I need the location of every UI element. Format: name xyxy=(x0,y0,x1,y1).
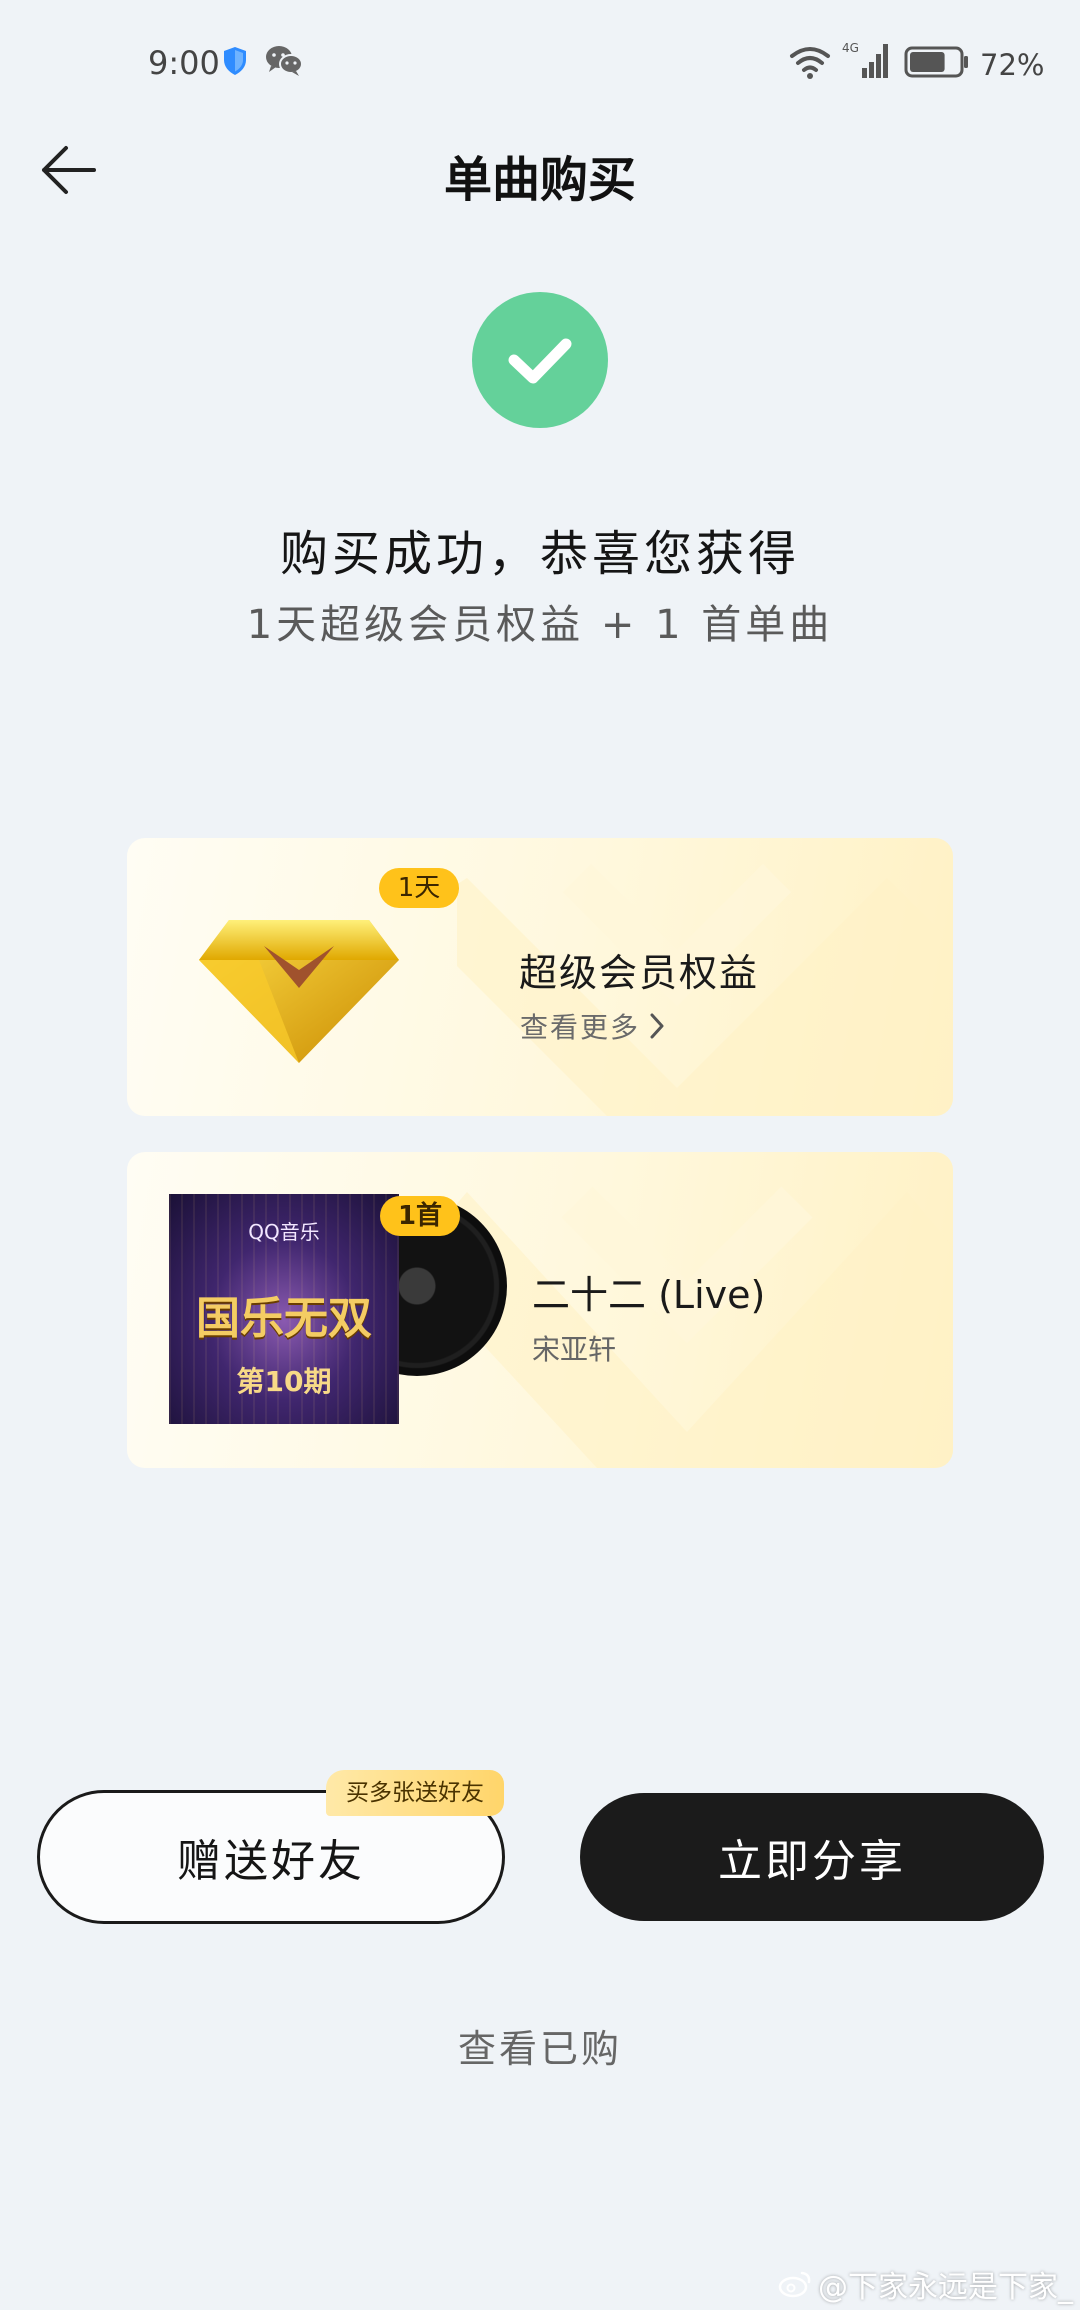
song-artist: 宋亚轩 xyxy=(532,1333,617,1366)
success-title: 购买成功，恭喜您获得 xyxy=(279,526,800,582)
vip-duration-badge: 1天 xyxy=(379,868,459,908)
share-now-button[interactable]: 立即分享 xyxy=(580,1793,1044,1921)
gift-promo-tag: 买多张送好友 xyxy=(326,1770,504,1816)
wechat-icon xyxy=(266,46,303,76)
album-cover[interactable]: QQ音乐 国乐无双 第10期 xyxy=(169,1194,399,1424)
cover-episode: 第10期 xyxy=(236,1365,332,1398)
wifi-icon xyxy=(790,47,830,79)
song-title: 二十二 (Live) xyxy=(532,1273,766,1317)
shield-icon xyxy=(224,47,246,75)
success-check-icon xyxy=(472,292,608,428)
vip-benefit-card[interactable]: 1天 超级会员权益 查看更多 xyxy=(127,838,953,1116)
battery-fill xyxy=(910,52,945,72)
network-label: 4G xyxy=(842,41,859,55)
signal-4g-icon: 4G xyxy=(842,41,888,78)
status-bar: 9:00 4G 72% xyxy=(0,0,1080,130)
view-purchased-link[interactable]: 查看已购 xyxy=(0,2018,1080,2073)
song-card[interactable]: QQ音乐 国乐无双 第10期 1首 二十二 (Live) 宋亚轩 xyxy=(127,1152,953,1468)
watermark-text: @下家永远是下家_ xyxy=(818,2270,1073,2305)
view-more-label: 查看更多 xyxy=(520,1011,641,1044)
status-time: 9:00 xyxy=(148,44,220,82)
cover-title: 国乐无双 xyxy=(196,1293,372,1344)
diamond-icon xyxy=(199,920,399,1063)
watermark: @下家永远是下家_ xyxy=(778,2262,1073,2306)
weibo-icon xyxy=(778,2271,811,2298)
chevron-right-icon xyxy=(650,1013,664,1039)
battery-percent: 72% xyxy=(980,48,1045,82)
battery-icon xyxy=(904,46,968,78)
success-subtitle: 1天超级会员权益 + 1 首单曲 xyxy=(246,602,834,648)
vip-benefit-name: 超级会员权益 xyxy=(519,951,760,995)
song-count-badge: 1首 xyxy=(380,1196,460,1236)
page-title: 单曲购买 xyxy=(443,152,636,208)
view-more-link[interactable]: 查看更多 xyxy=(520,1006,666,1046)
cover-logo-text: QQ音乐 xyxy=(248,1220,320,1244)
